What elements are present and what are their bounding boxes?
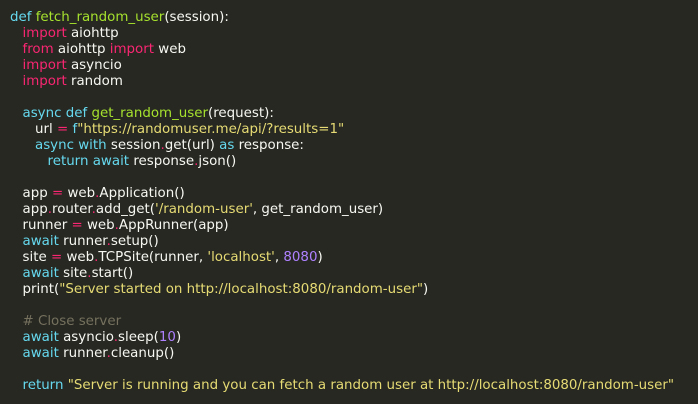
code-text: asyncio [66,58,122,73]
code-text: web [63,186,96,201]
number-literal: 8080 [283,250,318,265]
code-text: random [66,74,123,89]
storage-keyword: with [78,138,107,153]
code-line: async def get_random_user(request): [10,106,674,122]
code-text: ) [423,282,429,297]
code-text: AppRunner(app) [118,218,229,233]
string-literal: "Server is running and you can fetch a r… [67,378,675,393]
keyword: import [22,58,67,73]
code-text: site [58,266,88,281]
function-name: get_random_user [91,106,208,121]
code-text: web [82,218,115,233]
code-text: runner [58,346,107,361]
code-line: return await response.json() [10,154,674,170]
code-text: session [106,138,161,153]
code-text: cleanup() [110,346,175,361]
code-text: TCPSite(runner, [98,250,208,265]
code-text: web [154,42,186,57]
code-line: app.router.add_get('/random-user', get_r… [10,202,674,218]
code-line: import random [10,74,674,90]
code-text: get(url) [164,138,220,153]
string-literal: "Server started on http://localhost:8080… [59,282,423,297]
code-text: app [22,202,48,217]
storage-keyword: async [22,106,62,121]
storage-keyword: def [10,10,32,25]
code-text: site [22,250,51,265]
keyword: from [22,42,54,57]
code-line: await asyncio.sleep(10) [10,330,674,346]
code-line: site = web.TCPSite(runner, 'localhost', … [10,250,674,266]
code-text: print( [22,282,60,297]
storage-keyword: return [47,154,89,169]
storage-keyword: await [92,154,130,169]
code-text: runner [58,234,107,249]
code-text: response: [234,138,304,153]
code-text: aiohttp [53,42,110,57]
storage-keyword: def [65,106,88,121]
code-line: import aiohttp [10,26,674,42]
code-text: setup() [110,234,159,249]
code-editor[interactable]: def fetch_random_user(session): import ai… [10,10,674,394]
operator: = [56,122,69,137]
storage-keyword: await [22,346,59,361]
code-text: asyncio [58,330,114,345]
function-name: fetch_random_user [35,10,165,25]
keyword: import [22,74,67,89]
keyword: import [109,42,155,57]
operator: = [71,218,83,233]
code-text: (session): [164,10,229,25]
code-text: web [62,250,95,265]
code-text: ) [317,250,323,265]
code-text: aiohttp [66,26,119,41]
code-text: start() [91,266,134,281]
code-line: def fetch_random_user(session): [10,10,674,26]
code-line: runner = web.AppRunner(app) [10,218,674,234]
storage-keyword: await [22,330,59,345]
code-text: (request): [207,106,274,121]
code-line: return "Server is running and you can fe… [10,378,675,394]
keyword: import [22,26,67,41]
number-literal: 10 [158,330,176,345]
code-line: print("Server started on http://localhos… [10,282,674,298]
code-text: ) [175,330,182,345]
code-line: import asyncio [10,58,674,74]
storage-keyword: await [22,266,59,281]
code-text: router [51,202,92,217]
code-line: async with session.get(url) as response: [10,138,674,154]
code-text: sleep( [118,330,159,345]
code-line: from aiohttp import web [10,42,674,58]
code-line: app = web.Application() [10,186,674,202]
code-line: # Close server [10,314,674,330]
storage-keyword: await [22,234,59,249]
code-line: url = f"https://randomuser.me/api/?resul… [10,122,674,138]
code-text: url [35,122,57,137]
storage-keyword: as [219,138,235,153]
code-text: add_get( [95,202,156,217]
string-literal: '/random-user' [155,202,253,217]
comment: # Close server [22,314,122,329]
storage-keyword: async [35,138,74,153]
operator: = [50,250,63,265]
storage-keyword: return [22,378,64,393]
code-line: await runner.setup() [10,234,674,250]
code-text: runner [22,218,72,233]
string-literal: 'localhost' [207,250,275,265]
code-text: response [129,154,195,169]
string-literal: "https://randomuser.me/api/?results=1" [77,122,345,137]
operator: = [51,186,64,201]
code-line: await runner.cleanup() [10,346,674,362]
code-text: json() [198,154,237,169]
code-text: , get_random_user) [252,202,384,217]
code-text: app [22,186,52,201]
code-line: await site.start() [10,266,674,282]
code-text: Application() [99,186,185,201]
